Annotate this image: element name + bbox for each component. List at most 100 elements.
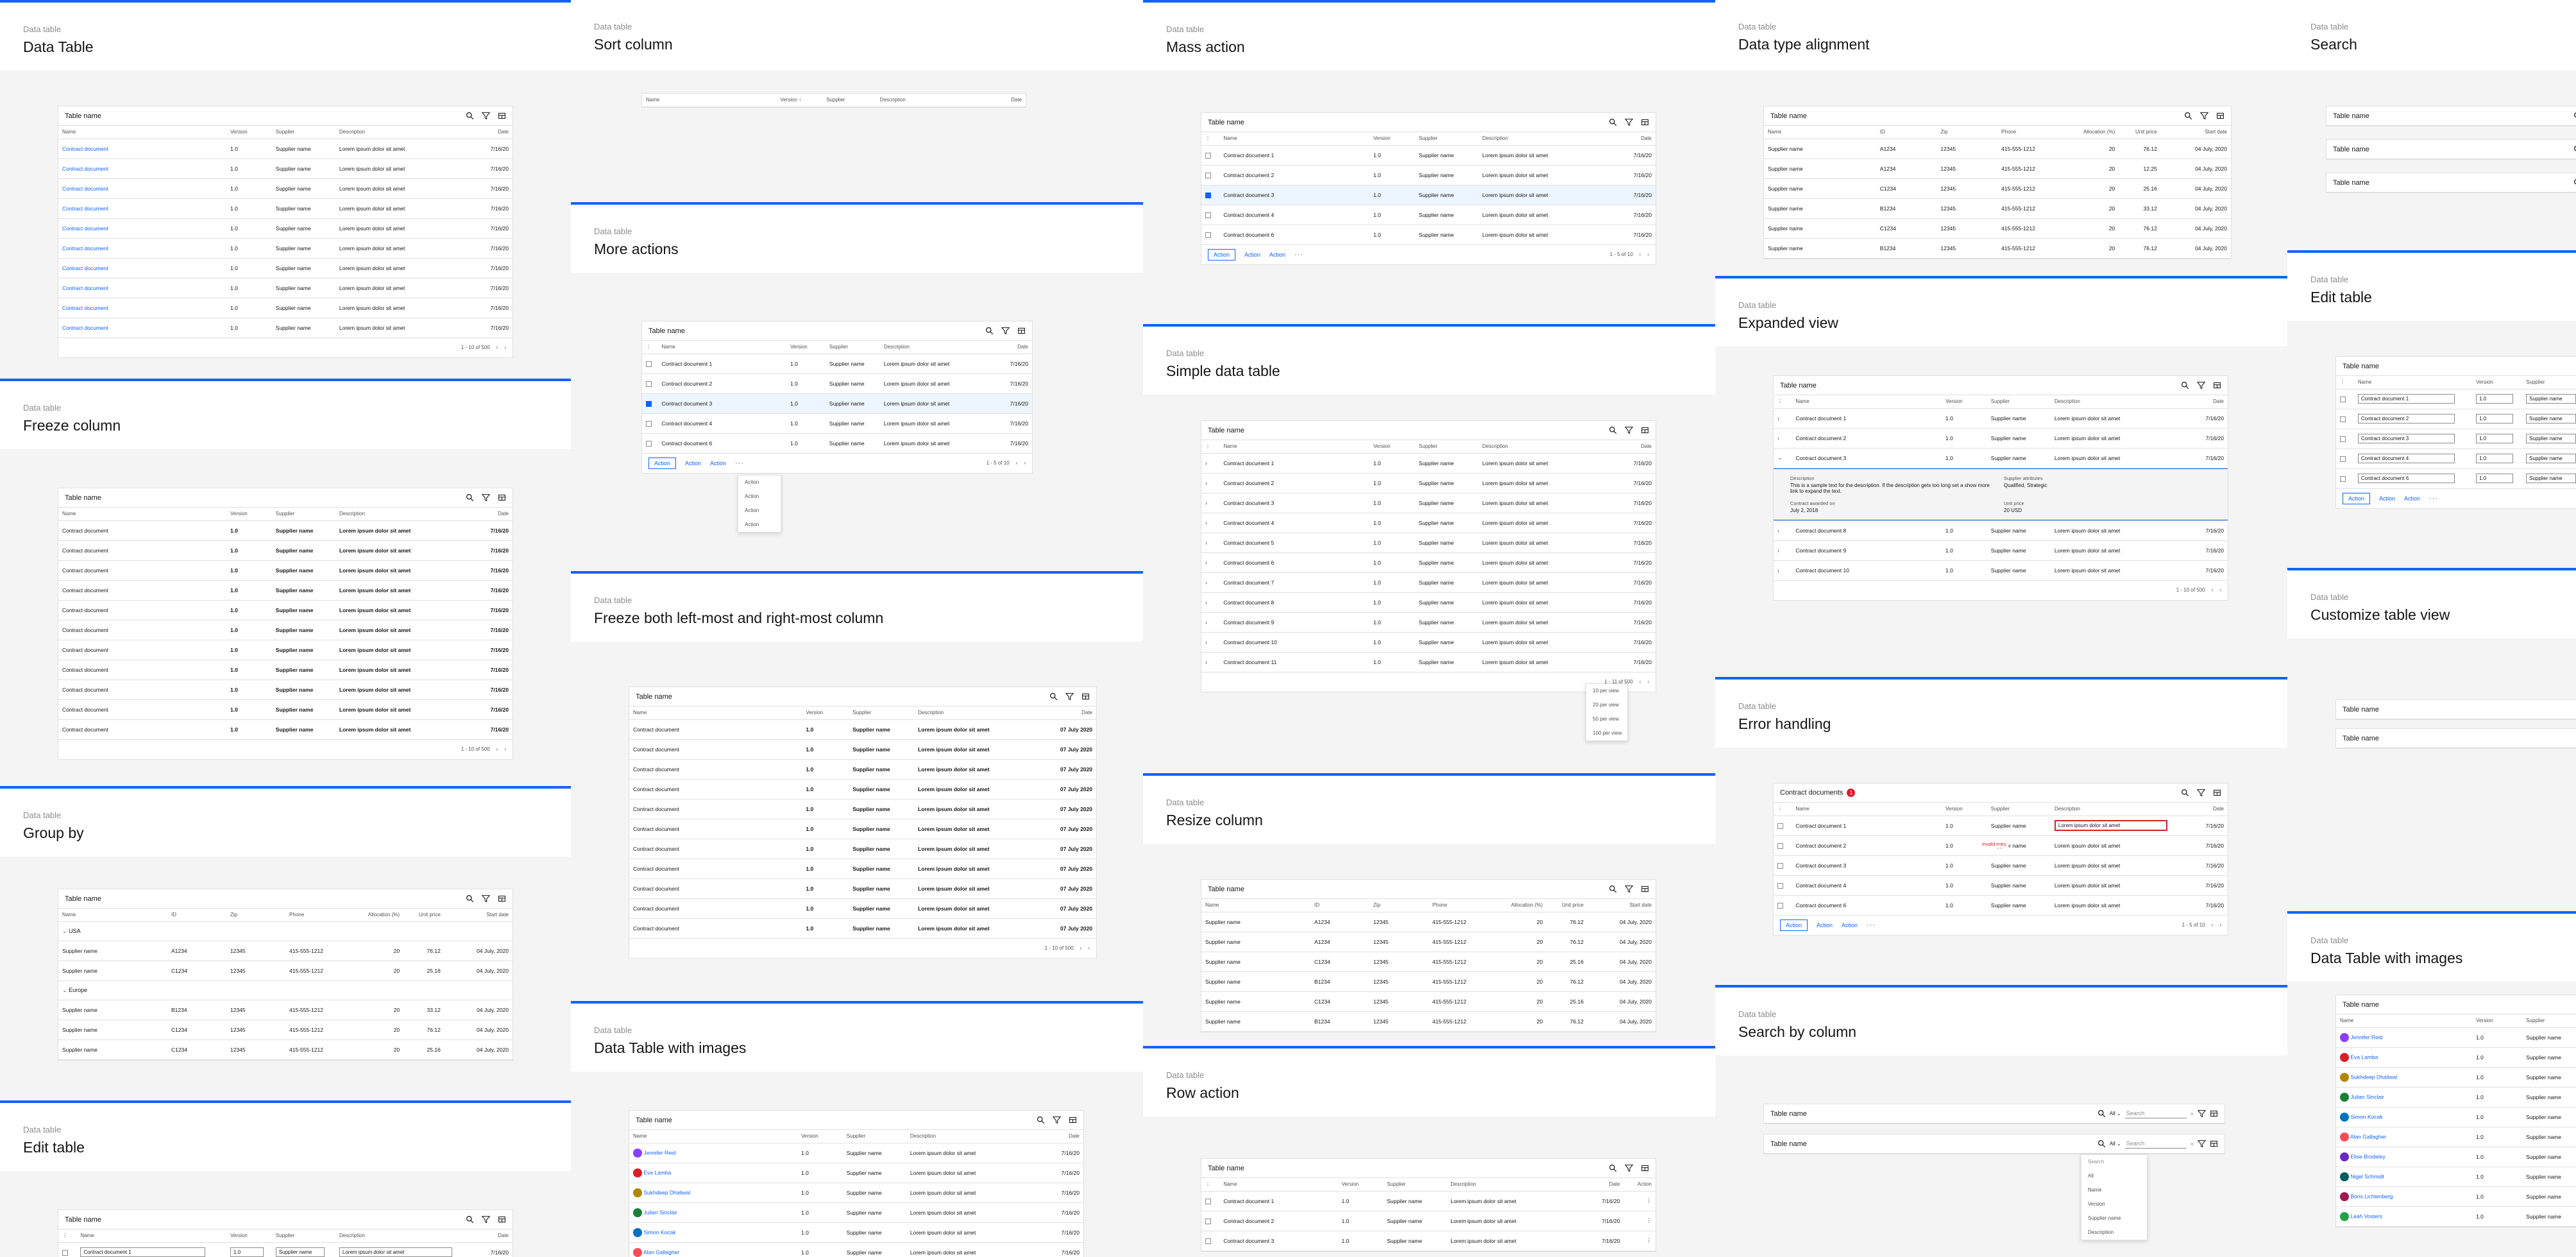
table-row[interactable]: Contract document 41.0Supplier nameLorem… [2336, 449, 2576, 469]
table-row[interactable]: Supplier name C1234 12345 415-555-1212 20 25.… [1764, 178, 2231, 199]
table-row[interactable]: › Contract document 6 1.0 Supplier name Lore… [1201, 552, 1656, 573]
table-row[interactable]: › Contract document 9 1.0 Supplier name Lore… [1774, 540, 2228, 561]
close-icon[interactable]: × [2190, 1111, 2194, 1117]
table-row[interactable]: Contract document 61.0Supplier nameLorem… [2336, 468, 2576, 489]
action-button[interactable]: Action [1842, 922, 1858, 928]
search-icon[interactable] [1609, 426, 1617, 434]
table-row[interactable]: Contract document 1.0 Supplier name Lorem i… [58, 139, 513, 159]
search-icon[interactable] [466, 112, 474, 120]
column-header[interactable]: Supplier [1383, 1178, 1447, 1192]
table-row[interactable]: Alan Gallagher1.0Supplier nameLorem ipsu… [2336, 1127, 2576, 1147]
person-link[interactable]: Leah Vosters [2350, 1213, 2382, 1219]
settings-icon[interactable] [498, 894, 506, 903]
table-row[interactable]: Contract document 1.0 Supplier name Lorem i… [629, 799, 1096, 819]
next-page-button[interactable]: › [1024, 460, 1026, 466]
column-header[interactable]: Description [906, 1130, 1043, 1143]
column-header[interactable]: Description [2050, 803, 2187, 816]
table-row[interactable]: Contract document 1.0 Supplier name Lorem i… [58, 218, 513, 239]
editable-cell[interactable]: Supplier name [2522, 409, 2576, 429]
column-header[interactable]: Name [642, 94, 777, 107]
next-page-button[interactable]: › [1088, 945, 1090, 951]
column-header[interactable]: Date [991, 94, 1026, 107]
table-row[interactable]: › Contract document 1 1.0 Supplier name Lore… [1201, 453, 1656, 474]
column-header[interactable]: Description [1478, 132, 1615, 146]
table-row[interactable]: Contract document 1.0 Supplier name Lorem i… [629, 739, 1096, 760]
filter-icon[interactable] [2200, 112, 2208, 120]
chevron-right-icon[interactable]: › [1205, 659, 1207, 665]
person-cell[interactable]: Simon Kocak [629, 1222, 797, 1243]
editable-cell[interactable]: Contract document 2 [2353, 409, 2473, 429]
table-row[interactable]: Contract document 1.0 Supplier name Lorem i… [58, 580, 513, 601]
column-header[interactable]: Name [58, 508, 226, 521]
table-row[interactable]: Supplier name B1234 12345 415-555-1212 20 33.… [58, 1000, 513, 1020]
person-cell[interactable]: Sukhdeep Dhaliwal [629, 1183, 797, 1203]
table-row[interactable]: Contract document 41.0Supplier nameLorem… [1201, 205, 1656, 225]
table-row[interactable]: Contract document 1.0 Supplier name Lorem i… [58, 178, 513, 199]
menu-item[interactable]: Name [2081, 1183, 2147, 1197]
table-row[interactable]: Contract document 1.0 Supplier name Lorem i… [58, 640, 513, 660]
table-row[interactable]: Contract document 1.0 Supplier name Lorem i… [58, 620, 513, 640]
table-row[interactable]: Contract document 11.0Supplier nameLorem… [1201, 145, 1656, 166]
row-checkbox[interactable] [2340, 396, 2346, 402]
row-overflow-button[interactable]: ⋮ [1623, 1211, 1656, 1231]
menu-item[interactable]: Action [738, 475, 781, 490]
sorted-column-header[interactable]: Version ↑ [776, 94, 823, 107]
column-header[interactable]: Supplier [1414, 132, 1479, 146]
editable-cell[interactable]: Supplier name [2522, 449, 2576, 469]
person-cell[interactable]: Eva Lamba [629, 1163, 797, 1183]
editable-cell[interactable]: Lorem ipsum dolor sit amet [335, 1242, 472, 1257]
table-row[interactable]: Supplier name C1234 12345 415-555-1212 20 25.… [58, 961, 513, 981]
table-row[interactable]: Contract document 31.0Supplier nameLorem… [1201, 185, 1656, 205]
search-icon[interactable] [1037, 1116, 1045, 1124]
column-header[interactable]: Allocation (%) [2067, 126, 2119, 139]
table-row[interactable]: › Contract document 1 1.0 Supplier name Lore… [1774, 408, 2228, 429]
menu-item[interactable]: 100 per view [1586, 726, 1627, 740]
prev-page-button[interactable]: ‹ [2212, 587, 2214, 593]
column-header[interactable]: Name [2353, 376, 2473, 389]
table-row[interactable]: Contract document 1.0 Supplier name Lorem i… [58, 600, 513, 620]
action-button[interactable]: Action [1244, 252, 1260, 258]
action-button[interactable]: Action [1269, 252, 1285, 258]
table-row[interactable]: Supplier name C1234 12345 415-555-1212 20 25.… [1201, 991, 1656, 1012]
person-link[interactable]: Alan Gallagher [2350, 1133, 2386, 1140]
settings-icon[interactable] [1641, 1164, 1649, 1172]
table-row[interactable]: Contract document 1.0 Supplier name Lorem i… [58, 699, 513, 720]
column-header[interactable]: Supplier [2522, 376, 2576, 389]
filter-icon[interactable] [1625, 885, 1633, 893]
next-page-button[interactable]: › [2219, 922, 2221, 928]
chevron-right-icon[interactable]: › [1205, 639, 1207, 646]
search-icon[interactable] [2573, 112, 2576, 120]
table-row[interactable]: ⌄ Contract document 3 1.0 Supplier name Lore… [1774, 448, 2228, 468]
column-header[interactable]: Allocation (%) [353, 909, 404, 922]
table-row[interactable]: Contract document 11.0Supplier nameLorem… [1774, 816, 2228, 836]
table-row[interactable]: Jennifer Reid 1.0Supplier nameLorem ipsum… [629, 1143, 1083, 1163]
search-icon[interactable] [2573, 145, 2576, 153]
person-cell[interactable]: Boris Lichtenberg [2336, 1186, 2473, 1207]
column-header[interactable]: Name [1219, 1178, 1338, 1192]
table-row[interactable]: Eva Lamba1.0Supplier nameLorem ipsum dol… [2336, 1047, 2576, 1068]
person-cell[interactable]: Alan Gallagher [2336, 1127, 2473, 1147]
person-link[interactable]: Julian Sinclair [2350, 1093, 2384, 1100]
search-icon[interactable] [2573, 178, 2576, 187]
column-header[interactable]: Date [997, 341, 1032, 354]
column-header[interactable]: ID [167, 909, 226, 922]
column-header[interactable]: Description [335, 508, 472, 521]
table-row[interactable]: Supplier name B1234 12345 415-555-1212 20 33.… [1764, 198, 2231, 219]
column-header[interactable]: Date [2187, 395, 2228, 409]
person-cell[interactable]: Jennifer Reid [2336, 1027, 2473, 1048]
person-cell[interactable]: Eva Lamba [2336, 1047, 2473, 1068]
group-row[interactable]: ⌄ Europe [58, 980, 513, 1000]
chevron-right-icon[interactable]: › [1777, 527, 1779, 534]
table-row[interactable]: Contract document 31.0Supplier nameLorem… [1774, 855, 2228, 876]
filter-icon[interactable] [1065, 692, 1074, 701]
column-select[interactable]: All ⌄ [2110, 1141, 2121, 1147]
menu-item[interactable]: 20 per view [1586, 698, 1627, 712]
column-header[interactable]: Version [786, 341, 826, 354]
column-header[interactable]: Supplier [1987, 803, 2051, 816]
column-header[interactable]: Description [914, 706, 1055, 720]
settings-icon[interactable] [2210, 1109, 2218, 1118]
column-header[interactable]: Name [1764, 126, 1876, 139]
supplier-input[interactable]: Supplier name [2526, 434, 2576, 443]
table-row[interactable]: Contract document 1.0 Supplier name Lorem i… [58, 660, 513, 680]
settings-icon[interactable] [1641, 426, 1649, 434]
